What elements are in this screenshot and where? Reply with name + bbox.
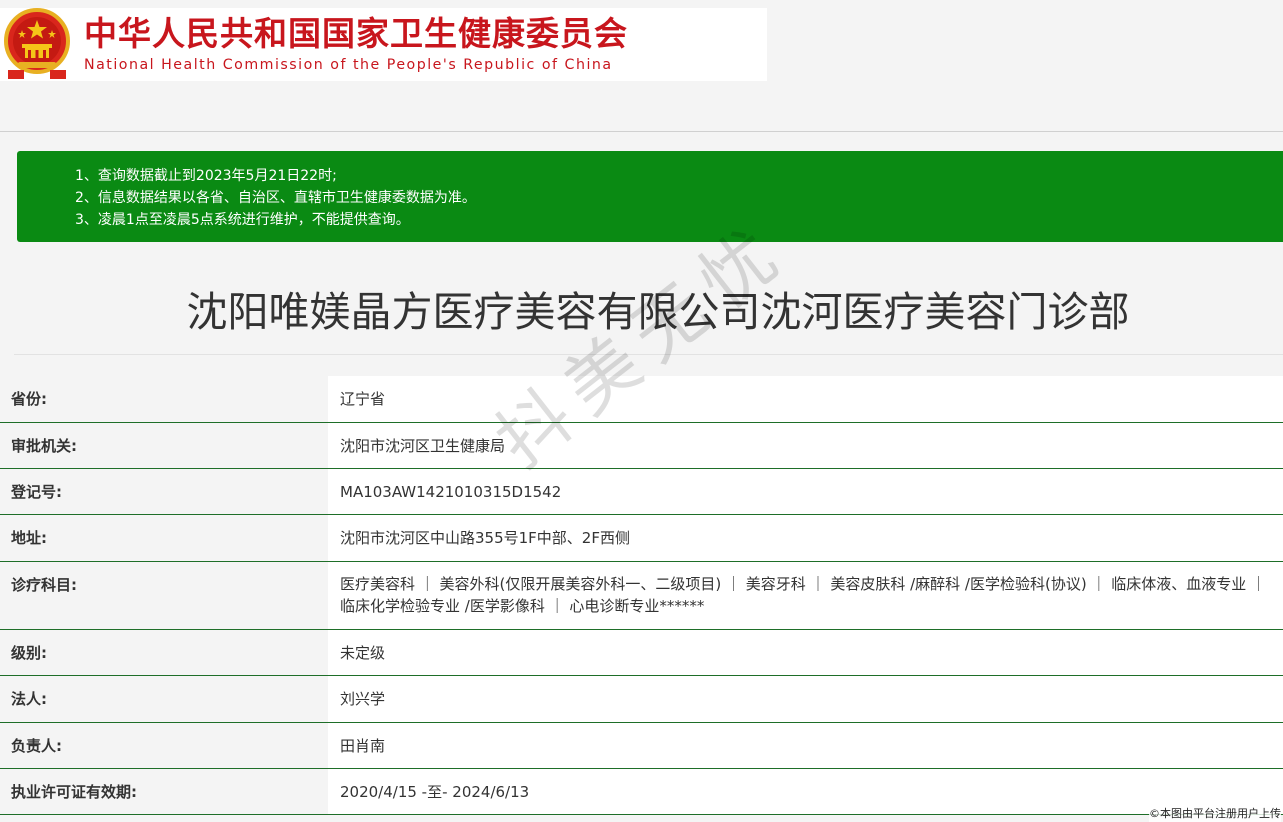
detail-value: 未定级 xyxy=(328,630,1283,675)
detail-row-address: 地址: 沈阳市沈河区中山路355号1F中部、2F西侧 xyxy=(0,515,1283,562)
detail-row-registration-number: 登记号: MA103AW1421010315D1542 xyxy=(0,469,1283,515)
notice-line-1: 1、查询数据截止到2023年5月21日22时; xyxy=(75,168,337,184)
detail-label: 级别: xyxy=(0,630,328,675)
detail-label: 负责人: xyxy=(0,723,328,768)
detail-label: 省份: xyxy=(0,376,328,422)
detail-value: 田肖南 xyxy=(328,723,1283,768)
notice-line-2: 2、信息数据结果以各省、自治区、直辖市卫生健康委数据为准。 xyxy=(75,190,476,206)
detail-value: 辽宁省 xyxy=(328,376,1283,422)
detail-value: 医疗美容科 ｜ 美容外科(仅限开展美容外科一、二级项目) ｜ 美容牙科 ｜ 美容… xyxy=(328,562,1283,629)
detail-label: 执业许可证有效期: xyxy=(0,769,328,814)
detail-row-province: 省份: 辽宁省 xyxy=(0,376,1283,423)
details-table: 省份: 辽宁省 审批机关: 沈阳市沈河区卫生健康局 登记号: MA103AW14… xyxy=(0,376,1283,815)
detail-row-legal-person: 法人: 刘兴学 xyxy=(0,676,1283,723)
detail-value: 刘兴学 xyxy=(328,676,1283,722)
national-emblem-icon xyxy=(4,8,70,79)
detail-value: 沈阳市沈河区中山路355号1F中部、2F西侧 xyxy=(328,515,1283,561)
upload-credit: ©本图由平台注册用户上传 xyxy=(1149,806,1281,822)
banner-text: 中华人民共和国国家卫生健康委员会 National Health Commiss… xyxy=(84,12,628,74)
page-header: 中华人民共和国国家卫生健康委员会 National Health Commiss… xyxy=(0,0,1283,132)
detail-row-level: 级别: 未定级 xyxy=(0,630,1283,676)
detail-row-authority: 审批机关: 沈阳市沈河区卫生健康局 xyxy=(0,423,1283,469)
nhc-banner[interactable]: 中华人民共和国国家卫生健康委员会 National Health Commiss… xyxy=(0,8,767,81)
banner-title-cn: 中华人民共和国国家卫生健康委员会 xyxy=(84,14,628,53)
detail-row-license-validity: 执业许可证有效期: 2020/4/15 -至- 2024/6/13 xyxy=(0,769,1283,815)
banner-title-en: National Health Commission of the People… xyxy=(84,57,613,73)
detail-row-departments: 诊疗科目: 医疗美容科 ｜ 美容外科(仅限开展美容外科一、二级项目) ｜ 美容牙… xyxy=(0,562,1283,630)
detail-value: 沈阳市沈河区卫生健康局 xyxy=(328,423,1283,468)
detail-label: 审批机关: xyxy=(0,423,328,468)
notice-line-3: 3、凌晨1点至凌晨5点系统进行维护，不能提供查询。 xyxy=(75,212,410,228)
detail-label: 登记号: xyxy=(0,469,328,514)
organization-name: 沈阳唯媄晶方医疗美容有限公司沈河医疗美容门诊部 xyxy=(186,288,1130,336)
detail-label: 法人: xyxy=(0,676,328,722)
detail-value: 2020/4/15 -至- 2024/6/13 xyxy=(328,769,1283,814)
notice-box: 1、查询数据截止到2023年5月21日22时; 2、信息数据结果以各省、自治区、… xyxy=(17,151,1283,242)
detail-label: 诊疗科目: xyxy=(0,562,328,629)
detail-label: 地址: xyxy=(0,515,328,561)
detail-value: MA103AW1421010315D1542 xyxy=(328,469,1283,514)
title-divider xyxy=(14,354,1283,355)
detail-row-person-in-charge: 负责人: 田肖南 xyxy=(0,723,1283,769)
